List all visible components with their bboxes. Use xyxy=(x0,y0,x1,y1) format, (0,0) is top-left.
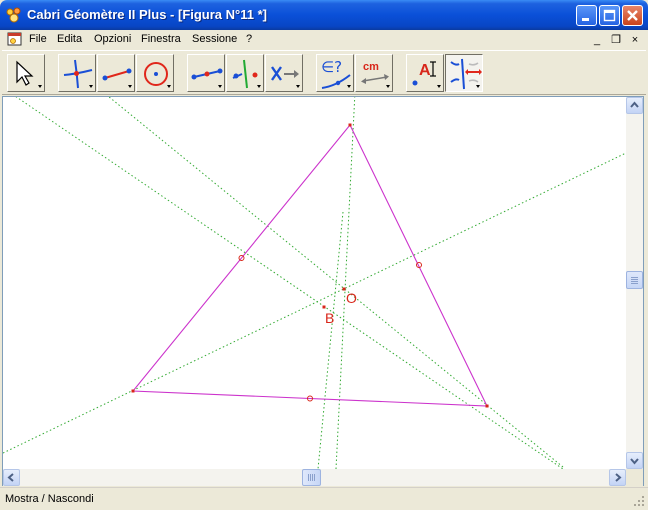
vertical-scroll-thumb[interactable] xyxy=(626,271,643,289)
resize-grip-icon[interactable] xyxy=(633,495,645,507)
menu-bar: File Edita Opzioni Finestra Sessione ? _… xyxy=(0,30,648,49)
menu-window[interactable]: Finestra xyxy=(141,33,181,45)
vertical-scrollbar[interactable] xyxy=(626,97,643,469)
construction-segment-icon xyxy=(191,68,223,88)
scroll-down-button[interactable] xyxy=(626,452,643,469)
document-minimize-button[interactable]: _ xyxy=(589,33,605,47)
svg-text:A: A xyxy=(419,62,431,79)
menu-file[interactable]: File xyxy=(29,33,47,45)
vertex-top[interactable] xyxy=(348,123,352,127)
horizontal-scroll-thumb[interactable] xyxy=(302,469,321,486)
pointer-arrow-icon xyxy=(16,60,42,88)
window-title: Cabri Géomètre II Plus - [Figura N°11 *] xyxy=(27,7,267,22)
tool-constructions[interactable] xyxy=(187,54,225,92)
minimize-icon xyxy=(582,18,589,21)
segment-line-icon xyxy=(102,68,132,88)
altitude-line-c[interactable] xyxy=(317,211,344,469)
menu-help[interactable]: ? xyxy=(246,33,252,45)
circle-icon xyxy=(144,62,171,88)
document-icon[interactable] xyxy=(7,32,23,47)
triangle[interactable] xyxy=(131,123,488,407)
perpendicular-line-icon xyxy=(232,59,261,89)
close-button[interactable] xyxy=(622,5,643,26)
angle-bisector-line-a[interactable] xyxy=(3,97,564,469)
tool-lines[interactable] xyxy=(97,54,135,92)
tool-curves[interactable] xyxy=(136,54,174,92)
measure-cm-icon: cm xyxy=(361,61,390,88)
status-text: Mostra / Nascondi xyxy=(5,493,94,505)
close-icon xyxy=(627,10,638,21)
scroll-up-button[interactable] xyxy=(626,97,643,114)
title-bar[interactable]: Cabri Géomètre II Plus - [Figura N°11 *] xyxy=(0,0,648,30)
tool-points[interactable] xyxy=(58,54,96,92)
status-bar: Mostra / Nascondi xyxy=(0,487,648,510)
arrow-left-icon xyxy=(7,473,14,482)
point-label-b[interactable]: B xyxy=(325,310,334,326)
scrollbar-corner xyxy=(626,469,643,486)
maximize-icon xyxy=(603,9,616,22)
point-label-o[interactable]: O xyxy=(346,290,357,306)
horizontal-scrollbar[interactable] xyxy=(3,469,626,486)
toolbar: ∈? cm A xyxy=(2,50,646,95)
altitude-line-a[interactable] xyxy=(103,97,564,468)
svg-text:∈?: ∈? xyxy=(321,58,342,76)
scroll-left-button[interactable] xyxy=(3,469,20,486)
tool-perpendicular[interactable] xyxy=(226,54,264,92)
thumb-grip xyxy=(308,474,315,481)
svg-text:cm: cm xyxy=(363,61,379,73)
scroll-right-button[interactable] xyxy=(609,469,626,486)
minimize-button[interactable] xyxy=(576,5,597,26)
document-close-button[interactable]: × xyxy=(627,33,643,47)
vertex-left[interactable] xyxy=(131,389,135,393)
property-check-icon: ∈? xyxy=(321,58,351,89)
menu-options[interactable]: Opzioni xyxy=(94,33,131,45)
drawing-canvas[interactable] xyxy=(3,97,626,469)
arrow-down-icon xyxy=(630,458,639,465)
tool-measure[interactable]: cm xyxy=(355,54,393,92)
angle-bisector-line-c[interactable] xyxy=(335,97,356,469)
vertex-right[interactable] xyxy=(485,404,489,408)
transformation-icon xyxy=(271,66,300,88)
tool-pointer[interactable] xyxy=(7,54,45,92)
angle-bisector-line-b[interactable] xyxy=(3,152,626,454)
tool-display-attributes[interactable] xyxy=(445,54,483,92)
point-on-intersection-icon xyxy=(63,59,93,89)
point-b[interactable] xyxy=(322,305,326,309)
menu-edit[interactable]: Edita xyxy=(57,33,82,45)
document-restore-button[interactable]: ❐ xyxy=(608,33,624,47)
thumb-grip xyxy=(631,277,638,284)
maximize-button[interactable] xyxy=(599,5,620,26)
menu-session[interactable]: Sessione xyxy=(192,33,237,45)
arrow-up-icon xyxy=(630,101,639,108)
tool-text-label[interactable]: A xyxy=(406,54,444,92)
tool-transformations[interactable] xyxy=(265,54,303,92)
display-attributes-icon xyxy=(450,58,482,90)
app-icon[interactable] xyxy=(5,6,23,24)
label-text-icon: A xyxy=(412,61,441,88)
tool-properties[interactable]: ∈? xyxy=(316,54,354,92)
arrow-right-icon xyxy=(615,473,622,482)
